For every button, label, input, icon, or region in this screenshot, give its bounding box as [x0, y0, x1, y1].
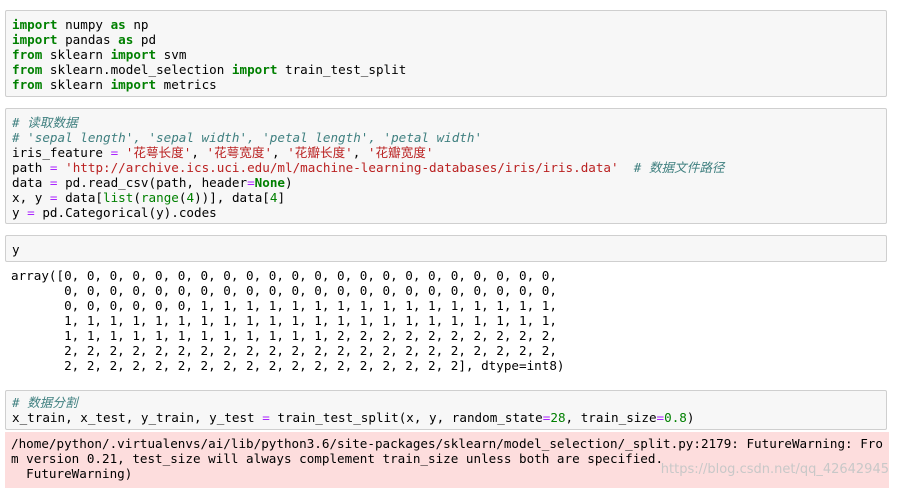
- code-token: x_train, x_test, y_train, y_test: [12, 410, 263, 425]
- code-token: ,: [352, 145, 368, 160]
- code-token: # 数据文件路径: [633, 160, 725, 175]
- code-token: data: [12, 175, 50, 190]
- code-line: # 数据分割: [12, 395, 886, 410]
- code-line: path = 'http://archive.ics.uci.edu/ml/ma…: [12, 160, 886, 175]
- code-token: # 读取数据: [12, 115, 78, 130]
- output-line: 1, 1, 1, 1, 1, 1, 1, 1, 1, 1, 1, 1, 1, 1…: [11, 313, 557, 328]
- code-line: x_train, x_test, y_train, y_test = train…: [12, 410, 886, 425]
- code-editor-imports[interactable]: import numpy as np import pandas as pd fro…: [6, 11, 886, 92]
- code-token: 4: [186, 190, 195, 205]
- code-token: pd.read_csv(path, header: [57, 175, 248, 190]
- code-token: ,: [191, 145, 207, 160]
- code-token: (: [133, 190, 141, 205]
- code-token: '花瓣宽度': [367, 145, 434, 160]
- code-line: # 读取数据: [12, 115, 886, 130]
- code-cell-split[interactable]: # 数据分割 x_train, x_test, y_train, y_test =…: [5, 390, 887, 430]
- code-cell-imports[interactable]: import numpy as np import pandas as pd fro…: [5, 10, 887, 97]
- code-token: pandas: [57, 32, 119, 47]
- output-line: 0, 0, 0, 0, 0, 0, 1, 1, 1, 1, 1, 1, 1, 1…: [11, 298, 557, 313]
- warning-line: /home/python/.virtualenvs/ai/lib/python3…: [11, 436, 883, 451]
- code-token: 'http://archive.ics.uci.edu/ml/machine-l…: [65, 160, 619, 175]
- code-token: sklearn.model_selection: [42, 62, 232, 77]
- code-token: ))], data[: [194, 190, 270, 205]
- code-token: =: [49, 190, 58, 205]
- code-token: import: [231, 62, 278, 77]
- code-token: numpy: [57, 17, 111, 32]
- output-line: 0, 0, 0, 0, 0, 0, 0, 0, 0, 0, 0, 0, 0, 0…: [11, 283, 557, 298]
- code-token: as: [118, 32, 134, 47]
- code-token: train_test_split(x, y, random_state: [269, 410, 543, 425]
- code-token: None: [254, 175, 286, 190]
- code-token: x, y: [12, 190, 50, 205]
- code-token: pd.Categorical(y).codes: [34, 205, 217, 220]
- watermark: https://blog.csdn.net/qq_42642945: [660, 462, 889, 477]
- code-token: sklearn: [42, 47, 111, 62]
- code-token: 28: [550, 410, 566, 425]
- code-line: import pandas as pd: [12, 32, 886, 47]
- code-token: =: [247, 175, 255, 190]
- code-editor-split[interactable]: # 数据分割 x_train, x_test, y_train, y_test =…: [6, 391, 886, 425]
- output-y-array: array([0, 0, 0, 0, 0, 0, 0, 0, 0, 0, 0, …: [11, 268, 565, 373]
- code-line: from sklearn import metrics: [12, 77, 886, 92]
- code-token: range: [140, 190, 179, 205]
- code-token: path: [12, 160, 50, 175]
- code-token: from: [12, 47, 43, 62]
- code-token: =: [27, 205, 35, 220]
- output-line: array([0, 0, 0, 0, 0, 0, 0, 0, 0, 0, 0, …: [11, 268, 557, 283]
- code-line: y: [12, 242, 886, 257]
- code-line: import numpy as np: [12, 17, 886, 32]
- code-token: =: [656, 410, 665, 425]
- code-cell-y[interactable]: y: [5, 235, 887, 262]
- code-token: '花萼长度': [125, 145, 192, 160]
- code-token: =: [262, 410, 270, 425]
- output-line: 1, 1, 1, 1, 1, 1, 1, 1, 1, 1, 1, 1, 2, 2…: [11, 328, 557, 343]
- code-token: pd: [133, 32, 157, 47]
- code-token: train_test_split: [277, 62, 407, 77]
- output-line: 2, 2, 2, 2, 2, 2, 2, 2, 2, 2, 2, 2, 2, 2…: [11, 343, 557, 358]
- code-token: ): [686, 410, 695, 425]
- code-token: np: [125, 17, 149, 32]
- code-token: import: [12, 32, 58, 47]
- code-token: from: [12, 62, 43, 77]
- code-token: y: [12, 205, 28, 220]
- output-line: 2, 2, 2, 2, 2, 2, 2, 2, 2, 2, 2, 2, 2, 2…: [11, 358, 565, 373]
- code-token: metrics: [156, 77, 217, 92]
- code-line: y = pd.Categorical(y).codes: [12, 205, 886, 220]
- code-token: '花萼宽度': [206, 145, 273, 160]
- code-editor-read-data[interactable]: # 读取数据 # 'sepal length', 'sepal width', '…: [6, 109, 886, 220]
- code-token: , train_size: [565, 410, 657, 425]
- code-line: from sklearn.model_selection import trai…: [12, 62, 886, 77]
- code-line: data = pd.read_csv(path, header=None): [12, 175, 886, 190]
- code-token: # 'sepal length', 'sepal width', 'petal …: [12, 130, 483, 145]
- code-line: # 'sepal length', 'sepal width', 'petal …: [12, 130, 886, 145]
- code-token: from: [12, 77, 43, 92]
- code-token: # 数据分割: [12, 395, 78, 410]
- code-token: as: [110, 17, 126, 32]
- code-line: iris_feature = '花萼长度', '花萼宽度', '花瓣长度', '…: [12, 145, 886, 160]
- code-token: '花瓣长度': [287, 145, 353, 160]
- code-token: svm: [156, 47, 187, 62]
- code-token: =: [49, 175, 58, 190]
- code-cell-read-data[interactable]: # 读取数据 # 'sepal length', 'sepal width', '…: [5, 108, 887, 224]
- code-line: x, y = data[list(range(4))], data[4]: [12, 190, 886, 205]
- code-token: ,: [272, 145, 288, 160]
- code-token: ): [285, 175, 293, 190]
- code-token: import: [110, 47, 157, 62]
- code-token: y: [12, 242, 20, 257]
- code-token: 0.8: [664, 410, 687, 425]
- code-token: list: [103, 190, 134, 205]
- code-token: iris_feature: [12, 145, 111, 160]
- code-token: sklearn: [42, 77, 111, 92]
- future-warning-output: /home/python/.virtualenvs/ai/lib/python3…: [5, 432, 889, 488]
- code-token: import: [110, 77, 157, 92]
- code-token: ]: [277, 190, 286, 205]
- code-token: import: [12, 17, 58, 32]
- code-token: =: [49, 160, 58, 175]
- code-line: from sklearn import svm: [12, 47, 886, 62]
- code-token: data[: [57, 190, 104, 205]
- code-editor-y[interactable]: y: [6, 236, 886, 257]
